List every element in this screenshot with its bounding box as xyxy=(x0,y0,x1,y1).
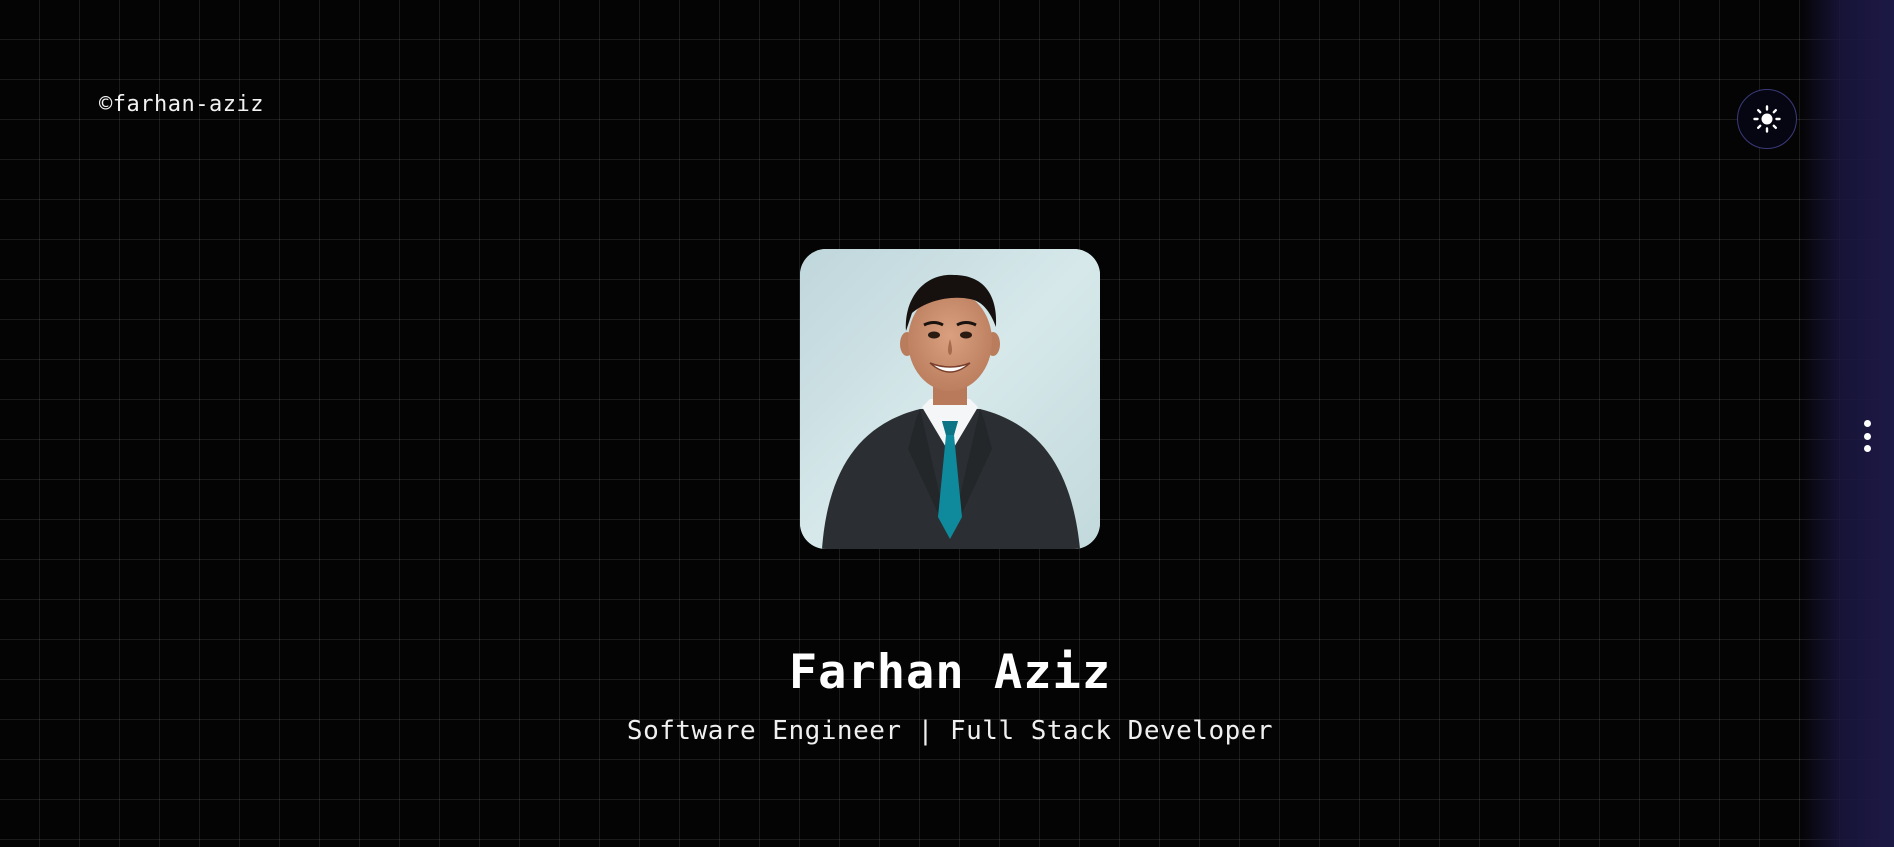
kebab-dot xyxy=(1863,445,1871,452)
kebab-menu-button[interactable] xyxy=(1859,420,1875,452)
kebab-dot xyxy=(1863,432,1871,440)
brand-handle: ©farhan-aziz xyxy=(99,92,264,117)
profile-name: Farhan Aziz xyxy=(788,645,1112,700)
sun-icon xyxy=(1753,105,1781,133)
profile-subtitle: Software Engineer | Full Stack Developer xyxy=(626,716,1274,746)
profile-avatar xyxy=(800,249,1100,549)
profile-photo xyxy=(800,249,1100,549)
theme-toggle-button[interactable] xyxy=(1737,89,1797,149)
kebab-dot xyxy=(1863,420,1871,427)
